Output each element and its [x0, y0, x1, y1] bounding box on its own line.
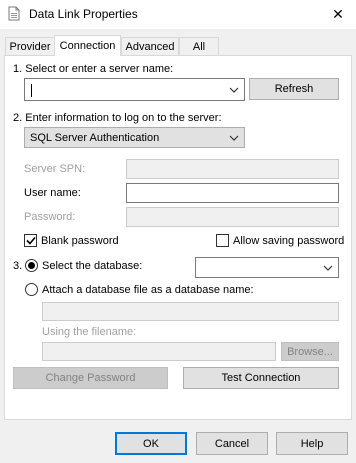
text-caret	[31, 84, 32, 97]
chevron-down-icon	[229, 135, 239, 141]
allow-saving-password-checkbox[interactable]	[216, 234, 229, 247]
change-password-label: Change Password	[45, 372, 136, 384]
select-database-radio[interactable]	[25, 259, 38, 272]
server-spn-label: Server SPN:	[24, 163, 86, 175]
user-name-label: User name:	[24, 187, 81, 199]
authentication-value: SQL Server Authentication	[30, 132, 160, 144]
server-name-combobox[interactable]	[24, 78, 245, 101]
refresh-button-label: Refresh	[274, 83, 314, 95]
attach-database-radio-group[interactable]: Attach a database file as a database nam…	[25, 283, 254, 296]
test-connection-button[interactable]: Test Connection	[183, 367, 339, 389]
radio-selected-dot	[28, 262, 35, 269]
tab-label: Connection	[59, 40, 116, 52]
allow-saving-password-label: Allow saving password	[233, 234, 345, 247]
tab-provider[interactable]: Provider	[5, 37, 55, 55]
tab-label: Advanced	[125, 40, 175, 53]
browse-button: Browse...	[281, 342, 339, 361]
title-bar: Data Link Properties ✕	[0, 0, 356, 29]
step2-label: 2. Enter information to log on to the se…	[13, 112, 222, 124]
blank-password-label: Blank password	[41, 234, 119, 247]
allow-saving-password-group[interactable]: Allow saving password	[216, 234, 344, 247]
test-connection-label: Test Connection	[221, 372, 301, 384]
step3-number: 3.	[13, 260, 23, 272]
checkmark-icon	[25, 236, 36, 245]
user-name-input[interactable]	[126, 183, 339, 203]
window-title: Data Link Properties	[29, 7, 138, 21]
password-label: Password:	[24, 211, 76, 223]
tab-connection[interactable]: Connection	[54, 35, 121, 56]
attach-database-label: Attach a database file as a database nam…	[42, 283, 254, 296]
close-icon: ✕	[332, 6, 344, 22]
database-select[interactable]	[195, 257, 339, 278]
attach-database-radio[interactable]	[25, 283, 38, 296]
tab-label: All	[192, 40, 206, 53]
tab-advanced[interactable]: Advanced	[121, 37, 179, 55]
cancel-button[interactable]: Cancel	[196, 432, 268, 455]
step1-label: 1. Select or enter a server name:	[13, 63, 174, 75]
ok-button[interactable]: OK	[115, 432, 187, 455]
blank-password-checkbox-group[interactable]: Blank password	[24, 234, 119, 247]
cancel-button-label: Cancel	[214, 437, 250, 450]
help-button[interactable]: Help	[276, 432, 348, 455]
authentication-select[interactable]: SQL Server Authentication	[24, 127, 245, 148]
blank-password-checkbox[interactable]	[24, 234, 37, 247]
server-spn-input	[126, 159, 339, 179]
select-database-label: Select the database:	[42, 259, 143, 272]
filename-input	[42, 342, 276, 361]
help-button-label: Help	[300, 437, 324, 450]
chevron-down-icon[interactable]	[229, 87, 239, 93]
change-password-button: Change Password	[13, 367, 168, 389]
password-input	[126, 207, 339, 227]
close-button[interactable]: ✕	[320, 0, 356, 29]
browse-button-label: Browse...	[287, 345, 333, 358]
tab-all[interactable]: All	[179, 37, 219, 55]
ok-button-label: OK	[143, 437, 159, 450]
using-filename-label: Using the filename:	[42, 326, 137, 338]
tab-label: Provider	[9, 40, 51, 53]
chevron-down-icon	[323, 265, 333, 271]
attach-database-name-input	[42, 302, 339, 321]
data-link-icon	[8, 6, 20, 21]
select-database-radio-group[interactable]: Select the database:	[25, 259, 142, 272]
refresh-button[interactable]: Refresh	[249, 78, 339, 100]
